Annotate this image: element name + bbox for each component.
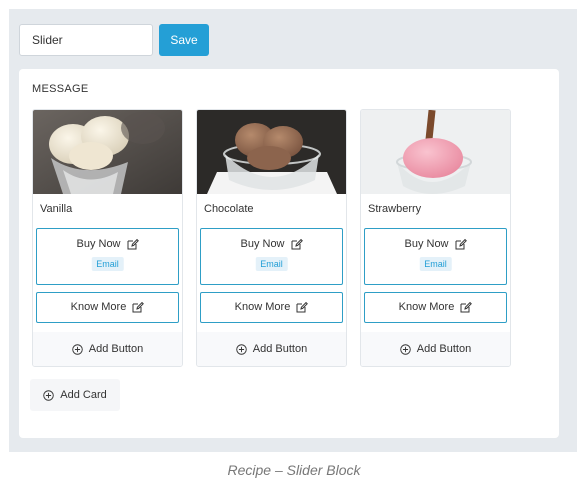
add-button-label: Add Button [416, 343, 472, 355]
slider-card-chocolate: Chocolate Buy Now Email Know More Add Bu… [196, 109, 347, 367]
buy-now-button[interactable]: Buy Now Email [36, 228, 179, 285]
know-more-button[interactable]: Know More [36, 292, 179, 323]
block-name-input[interactable] [19, 24, 153, 56]
plus-circle-icon [236, 343, 247, 355]
message-panel: MESSAGE Vanilla Buy Now Email Know More … [19, 69, 559, 438]
add-button[interactable]: Add Button [361, 332, 510, 366]
slider-card-strawberry: Strawberry Buy Now Email Know More Add B… [360, 109, 511, 367]
buy-now-button[interactable]: Buy Now Email [200, 228, 343, 285]
panel-heading: MESSAGE [32, 83, 89, 95]
vanilla-ice-cream-image [33, 110, 182, 194]
button-label: Know More [234, 301, 291, 313]
card-title: Vanilla [40, 203, 73, 215]
edit-icon[interactable] [291, 238, 303, 250]
email-badge: Email [255, 257, 288, 271]
plus-circle-icon [400, 343, 411, 355]
add-button[interactable]: Add Button [33, 332, 182, 366]
add-button-label: Add Button [252, 343, 308, 355]
button-label: Know More [70, 301, 127, 313]
strawberry-ice-cream-image [361, 110, 510, 194]
edit-icon[interactable] [127, 238, 139, 250]
email-badge: Email [91, 257, 124, 271]
know-more-button[interactable]: Know More [364, 292, 507, 323]
add-card-label: Add Card [60, 389, 107, 401]
plus-circle-icon [72, 343, 83, 355]
save-button[interactable]: Save [159, 24, 209, 56]
edit-icon[interactable] [460, 301, 473, 313]
edit-icon[interactable] [132, 301, 145, 313]
add-button[interactable]: Add Button [197, 332, 346, 366]
add-button-label: Add Button [88, 343, 144, 355]
know-more-button[interactable]: Know More [200, 292, 343, 323]
button-label: Buy Now [240, 238, 285, 250]
edit-icon[interactable] [455, 238, 467, 250]
card-title: Strawberry [368, 203, 422, 215]
slider-card-vanilla: Vanilla Buy Now Email Know More Add Butt… [32, 109, 183, 367]
button-label: Buy Now [404, 238, 449, 250]
add-card-button[interactable]: Add Card [30, 379, 120, 411]
plus-circle-icon [43, 389, 54, 401]
card-title: Chocolate [204, 203, 254, 215]
buy-now-button[interactable]: Buy Now Email [364, 228, 507, 285]
email-badge: Email [419, 257, 452, 271]
edit-icon[interactable] [296, 301, 309, 313]
button-label: Know More [398, 301, 455, 313]
chocolate-ice-cream-image [197, 110, 346, 194]
button-label: Buy Now [76, 238, 121, 250]
figure-caption: Recipe – Slider Block [227, 462, 361, 478]
